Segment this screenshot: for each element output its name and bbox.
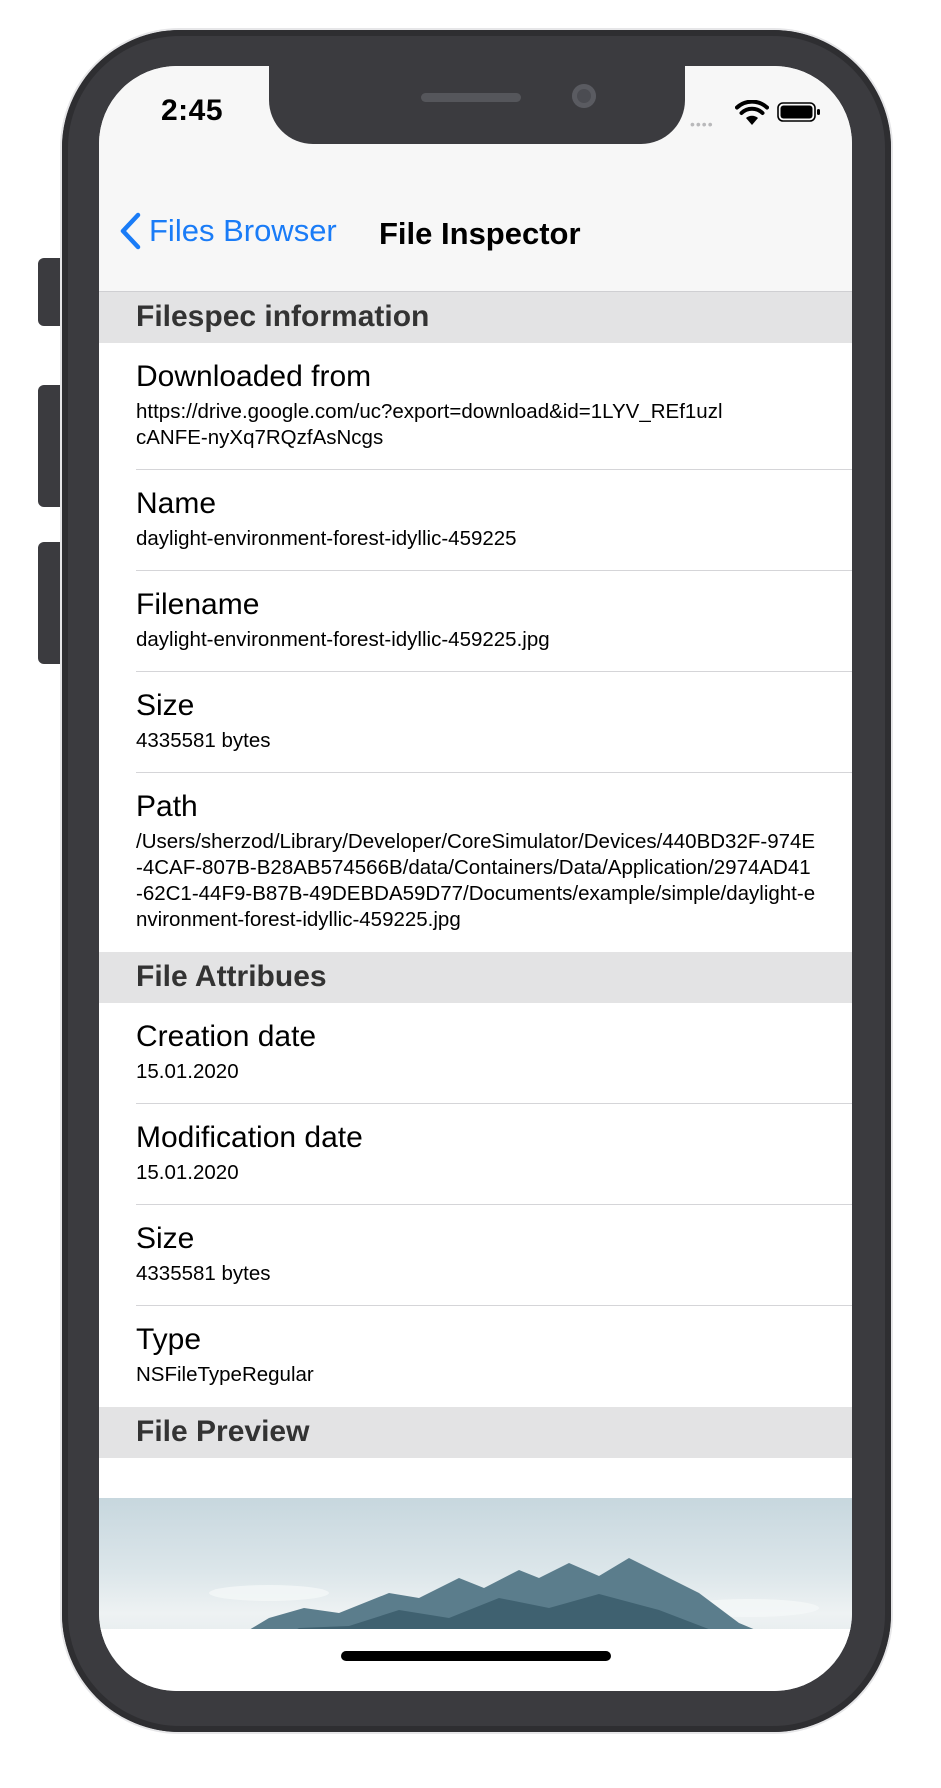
chevron-left-icon [120,212,141,250]
row-value: /Users/sherzod/Library/Developer/CoreSim… [136,830,816,931]
speaker-grille [421,93,521,102]
row-path: Path /Users/sherzod/Library/Developer/Co… [99,773,852,952]
status-time: 2:45 [161,94,224,127]
home-indicator[interactable] [341,1651,611,1661]
volume-up-button [38,385,64,507]
back-button-label: Files Browser [149,213,337,248]
screen: 2:45 •••• Files Browser File Inspector F… [99,66,852,1691]
section-header-filespec: Filespec information [99,292,852,343]
mute-switch [38,258,64,326]
row-value: 4335581 bytes [136,729,271,752]
row-filename: Filename daylight-environment-forest-idy… [99,571,852,672]
row-title: Name [136,487,217,520]
row-type: Type NSFileTypeRegular [99,1306,852,1407]
status-bar: 2:45 •••• [99,66,852,184]
row-title: Type [136,1323,202,1356]
row-title: Creation date [136,1020,317,1053]
cellular-signal-icon: •••• [690,116,714,132]
row-value: daylight-environment-forest-idyllic-4592… [136,628,550,651]
row-value: 15.01.2020 [136,1060,239,1083]
row-title: Path [136,790,198,823]
row-attr-size: Size 4335581 bytes [99,1205,852,1306]
preview-spacer [99,1458,852,1498]
battery-icon [777,102,820,122]
row-modification-date: Modification date 15.01.2020 [99,1104,852,1205]
row-title: Size [136,689,195,722]
section-header-attributes: File Attribues [99,952,852,1003]
page-title: File Inspector [379,216,581,251]
row-value: 15.01.2020 [136,1161,239,1184]
row-title: Modification date [136,1121,363,1154]
row-value: NSFileTypeRegular [136,1363,314,1386]
front-camera [572,84,596,108]
row-downloaded-from: Downloaded from https://drive.google.com… [99,343,852,470]
row-value: 4335581 bytes [136,1262,271,1285]
row-name: Name daylight-environment-forest-idyllic… [99,470,852,571]
inspector-list: Filespec information Downloaded from htt… [99,292,852,1663]
row-value: https://drive.google.com/uc?export=downl… [136,400,723,449]
section-header-preview: File Preview [99,1407,852,1458]
volume-down-button [38,542,64,664]
row-title: Size [136,1222,195,1255]
row-creation-date: Creation date 15.01.2020 [99,1003,852,1104]
navigation-bar: Files Browser File Inspector [99,184,852,292]
notch [269,66,685,144]
row-title: Downloaded from [136,360,372,393]
row-value: daylight-environment-forest-idyllic-4592… [136,527,517,550]
back-button[interactable]: Files Browser [119,212,337,250]
row-title: Filename [136,588,260,621]
wifi-icon [735,100,769,125]
row-size: Size 4335581 bytes [99,672,852,773]
home-indicator-area [99,1629,852,1691]
